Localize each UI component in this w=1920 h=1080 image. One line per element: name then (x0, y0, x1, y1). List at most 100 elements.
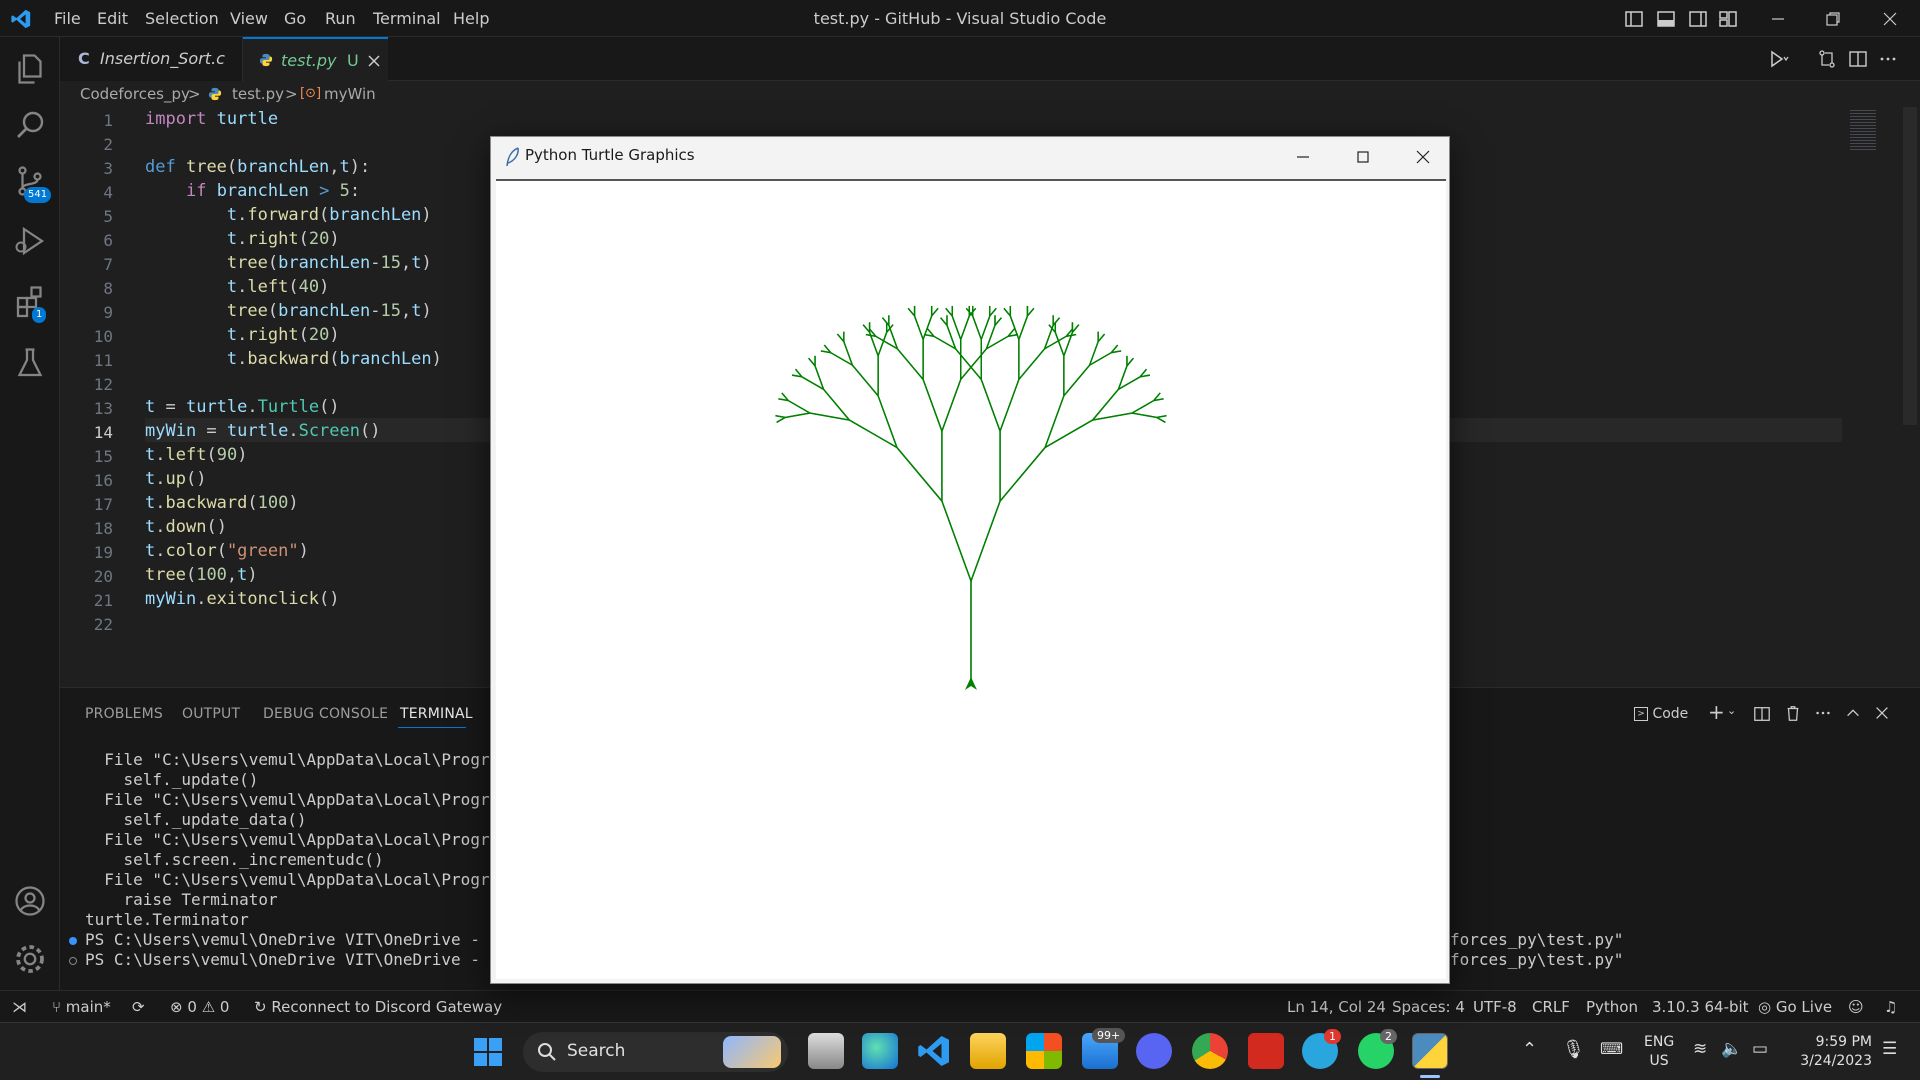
accounts-icon[interactable] (12, 883, 48, 919)
remote-icon[interactable]: ⋊ (12, 991, 27, 1023)
python-turtle-taskbar-icon[interactable] (1412, 1033, 1448, 1069)
breadcrumb-file[interactable]: test.py (232, 81, 284, 107)
close-tab-icon[interactable] (367, 54, 381, 68)
trash-icon[interactable] (1784, 704, 1802, 722)
wifi-icon[interactable]: ≋ (1693, 1039, 1707, 1059)
menu-edit[interactable]: Edit (97, 0, 128, 37)
settings-gear-icon[interactable] (12, 941, 48, 977)
split-terminal-icon[interactable] (1753, 705, 1771, 723)
more-actions-icon[interactable] (1814, 704, 1832, 722)
minimize-icon[interactable] (1768, 9, 1788, 29)
restore-icon[interactable] (1823, 9, 1843, 29)
menu-file[interactable]: File (54, 0, 81, 37)
editor-scrollbar[interactable] (1903, 107, 1917, 425)
code-line: tree(branchLen-15,t) (226, 301, 432, 321)
tab-problems[interactable]: PROBLEMS (85, 706, 163, 722)
more-actions-icon[interactable] (1878, 49, 1898, 69)
terminal-profile[interactable]: > Code (1634, 702, 1688, 726)
menu-help[interactable]: Help (453, 0, 489, 37)
task-view-icon[interactable] (808, 1033, 844, 1069)
tab-terminal[interactable]: TERMINAL (400, 706, 473, 722)
minimap[interactable] (1850, 107, 1880, 687)
tab-insertion-sort[interactable]: C Insertion_Sort.c (60, 37, 243, 81)
microphone-icon[interactable]: 🎙 (1562, 1039, 1585, 1060)
menu-run[interactable]: Run (325, 0, 356, 37)
tab-output[interactable]: OUTPUT (182, 706, 240, 722)
indentation[interactable]: Spaces: 4 (1392, 991, 1465, 1023)
python-interpreter[interactable]: 3.10.3 64-bit (1652, 991, 1749, 1023)
run-debug-icon[interactable] (12, 223, 48, 259)
breadcrumb-folder[interactable]: Codeforces_py (80, 81, 190, 107)
acrobat-icon[interactable] (1248, 1033, 1284, 1069)
source-control-button[interactable]: 541 (12, 163, 52, 203)
tree-branch (1092, 388, 1119, 421)
close-panel-icon[interactable] (1873, 704, 1891, 722)
toggle-primary-sidebar-icon[interactable] (1624, 9, 1644, 29)
notification-center-icon[interactable]: ☰ (1882, 1039, 1897, 1059)
extensions-button[interactable]: 1 (12, 283, 48, 323)
tab-debug-console[interactable]: DEBUG CONSOLE (263, 706, 388, 722)
split-editor-icon[interactable] (1848, 49, 1868, 69)
new-terminal-icon[interactable]: + (1708, 700, 1725, 724)
edge-browser-icon[interactable] (862, 1033, 898, 1069)
menu-view[interactable]: View (230, 0, 268, 37)
broadcast-icon: ◎ (1758, 998, 1776, 1016)
explorer-icon[interactable] (12, 51, 48, 87)
keyboard-icon[interactable]: ⌨ (1600, 1039, 1623, 1058)
toggle-secondary-sidebar-icon[interactable] (1688, 9, 1708, 29)
tree-branch (1131, 399, 1155, 414)
notifications-bell-icon[interactable]: ♫ (1884, 991, 1897, 1023)
turtle-canvas[interactable] (496, 179, 1446, 979)
terminal-line: File "C:\Users\vemul\AppData\Local\Progr… (85, 790, 519, 809)
breadcrumb-symbol[interactable]: myWin (324, 81, 376, 107)
search-icon[interactable] (12, 107, 48, 143)
discord-status[interactable]: ↻ Reconnect to Discord Gateway (254, 991, 502, 1023)
go-live[interactable]: ◎ Go Live (1758, 991, 1832, 1023)
minimize-icon[interactable] (1293, 147, 1313, 167)
microsoft-store-icon[interactable] (1026, 1033, 1062, 1069)
language-mode[interactable]: Python (1586, 991, 1638, 1023)
customize-layout-icon[interactable] (1718, 9, 1738, 29)
testing-flask-icon[interactable] (12, 345, 48, 381)
feedback-icon[interactable]: ☺ (1848, 991, 1864, 1023)
maximize-panel-icon[interactable] (1844, 704, 1862, 722)
line-ending[interactable]: CRLF (1532, 991, 1570, 1023)
variable-symbol-icon: [⊙] (300, 86, 322, 101)
python-file-icon (208, 87, 222, 101)
close-window-icon[interactable] (1880, 9, 1900, 29)
vscode-taskbar-icon[interactable] (916, 1033, 952, 1069)
file-explorer-icon[interactable] (970, 1033, 1006, 1069)
code-line: t.left(90) (145, 445, 248, 465)
sync-icon[interactable]: ⟳ (132, 991, 145, 1023)
tab-label: Insertion_Sort.c (100, 49, 225, 68)
branch-item[interactable]: ⑂ main* (52, 991, 111, 1023)
toggle-panel-icon[interactable] (1656, 9, 1676, 29)
problems-item[interactable]: ⊗ 0 ⚠ 0 (170, 991, 229, 1023)
command-success-dot-icon (69, 937, 77, 945)
tree-branch (1003, 307, 1011, 317)
maximize-icon[interactable] (1353, 147, 1373, 167)
input-language[interactable]: ENG US (1644, 1033, 1674, 1071)
taskbar-search[interactable]: Search (523, 1032, 788, 1072)
menu-terminal[interactable]: Terminal (373, 0, 441, 37)
open-changes-icon[interactable] (1817, 49, 1837, 69)
encoding[interactable]: UTF-8 (1473, 991, 1517, 1023)
clock[interactable]: 9:59 PM 3/24/2023 (1790, 1033, 1872, 1071)
volume-icon[interactable]: 🔈 (1721, 1039, 1742, 1059)
cursor-position[interactable]: Ln 14, Col 24 (1287, 991, 1386, 1023)
menu-go[interactable]: Go (284, 0, 306, 37)
chevron-down-icon[interactable]: ⌄ (1727, 704, 1736, 717)
close-window-icon[interactable] (1413, 147, 1433, 167)
tree-branch (960, 348, 987, 380)
chrome-icon[interactable] (1192, 1033, 1228, 1069)
tree-branch (776, 416, 786, 424)
clock-date: 3/24/2023 (1800, 1053, 1872, 1069)
show-hidden-icons-chevron-icon[interactable]: ⌃ (1522, 1039, 1537, 1060)
battery-icon[interactable]: ▭ (1752, 1039, 1768, 1059)
menu-selection[interactable]: Selection (145, 0, 219, 37)
discord-icon[interactable] (1136, 1033, 1172, 1069)
windows-start-icon[interactable] (473, 1037, 503, 1067)
fractal-tree-drawing (775, 305, 1167, 690)
tab-test-py[interactable]: test.py U (243, 37, 388, 81)
run-python-file-icon[interactable] (1768, 49, 1790, 69)
